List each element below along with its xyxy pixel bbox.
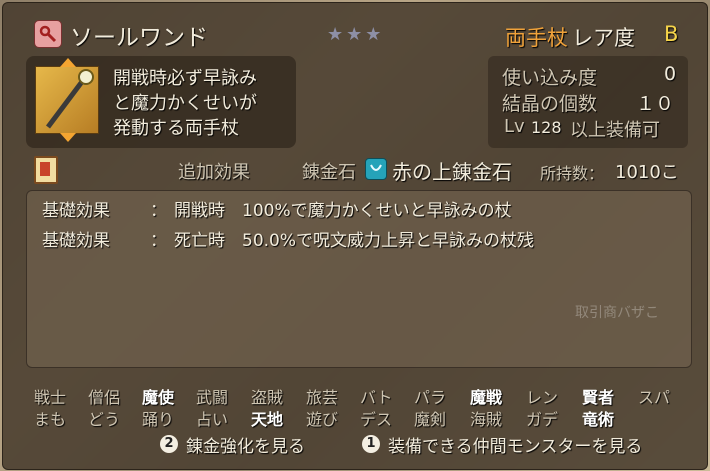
level-suffix: 以上装備可 [570, 120, 660, 141]
job-row2-6: デス [360, 410, 393, 429]
rarity-label: レア度 [572, 26, 635, 50]
owned-value: 1010こ [615, 162, 679, 183]
job-row2-7: 魔剣 [414, 410, 447, 429]
effect-label: 基礎効果 [42, 201, 110, 221]
job-row2-0: まも [34, 410, 67, 429]
job-row2-2: 踊り [142, 410, 175, 429]
description-line-2: と魔力かくせいが [113, 93, 257, 114]
job-row1-7: パラ [414, 388, 447, 407]
view-monsters-button[interactable]: 装備できる仲間モンスターを見る [388, 432, 642, 457]
job-row1-8: 魔戦 [470, 388, 503, 407]
watermark-text: 取引商バザこ [575, 305, 659, 321]
job-row1-9: レン [526, 388, 559, 407]
wand-icon [34, 20, 62, 48]
alchemy-stone-icon [365, 158, 387, 180]
owned-label: 所持数： [540, 164, 605, 183]
alchemy-stone-name: 赤の上錬金石 [392, 160, 512, 184]
description-line-1: 開戦時必ず早詠み [113, 68, 257, 89]
job-row2-10: 竜術 [582, 410, 615, 429]
view-alchemy-button[interactable]: 錬金強化を見る [186, 432, 305, 457]
job-row1-2: 魔使 [142, 388, 175, 407]
scroll-up-arrow-icon[interactable] [60, 58, 76, 67]
crystal-value: １０ [636, 93, 675, 115]
job-row1-5: 旅芸 [306, 388, 339, 407]
alchemy-stone-label: 錬金石 [302, 162, 356, 183]
button-1-icon[interactable]: 1 [362, 435, 380, 453]
effect-label: 基礎効果 [42, 231, 110, 251]
job-row2-3: 占い [196, 410, 229, 429]
tab-extra-effects[interactable]: 追加効果 [178, 158, 250, 184]
item-name: ソールワンド [70, 25, 208, 51]
level-value: 128 [531, 118, 562, 137]
job-row1-11: スパ [638, 388, 671, 407]
staff-icon [35, 66, 99, 134]
button-2-icon[interactable]: 2 [160, 435, 178, 453]
job-row1-0: 戦士 [34, 388, 67, 407]
job-row2-8: 海賊 [470, 410, 503, 429]
rarity-stars: ★★★ [327, 24, 385, 45]
job-row2-5: 遊び [306, 410, 339, 429]
job-row2-4: 天地 [251, 410, 284, 429]
job-row1-1: 僧侶 [88, 388, 121, 407]
crystal-label: 結晶の個数 [502, 93, 598, 115]
description-line-3: 発動する両手杖 [113, 118, 239, 139]
job-row1-4: 盗賊 [251, 388, 284, 407]
effect-separator: ： [150, 231, 167, 251]
rarity-value: B [664, 22, 679, 46]
effect-text: 死亡時 50.0%で呪文威力上昇と早詠みの杖残 [174, 231, 535, 251]
usage-label: 使い込み度 [502, 67, 598, 89]
scroll-down-arrow-icon[interactable] [60, 133, 76, 142]
usage-value: 0 [664, 63, 677, 85]
level-prefix: Lv [504, 116, 525, 137]
book-icon[interactable] [34, 156, 58, 184]
effect-separator: ： [150, 201, 167, 221]
job-row1-6: バト [360, 388, 393, 407]
effect-text: 開戦時 100%で魔力かくせいと早詠みの杖 [174, 201, 512, 221]
job-row1-10: 賢者 [582, 388, 615, 407]
weapon-type: 両手杖 [505, 26, 568, 50]
job-row2-1: どう [88, 410, 121, 429]
job-row1-3: 武闘 [196, 388, 229, 407]
job-row2-9: ガデ [526, 410, 559, 429]
